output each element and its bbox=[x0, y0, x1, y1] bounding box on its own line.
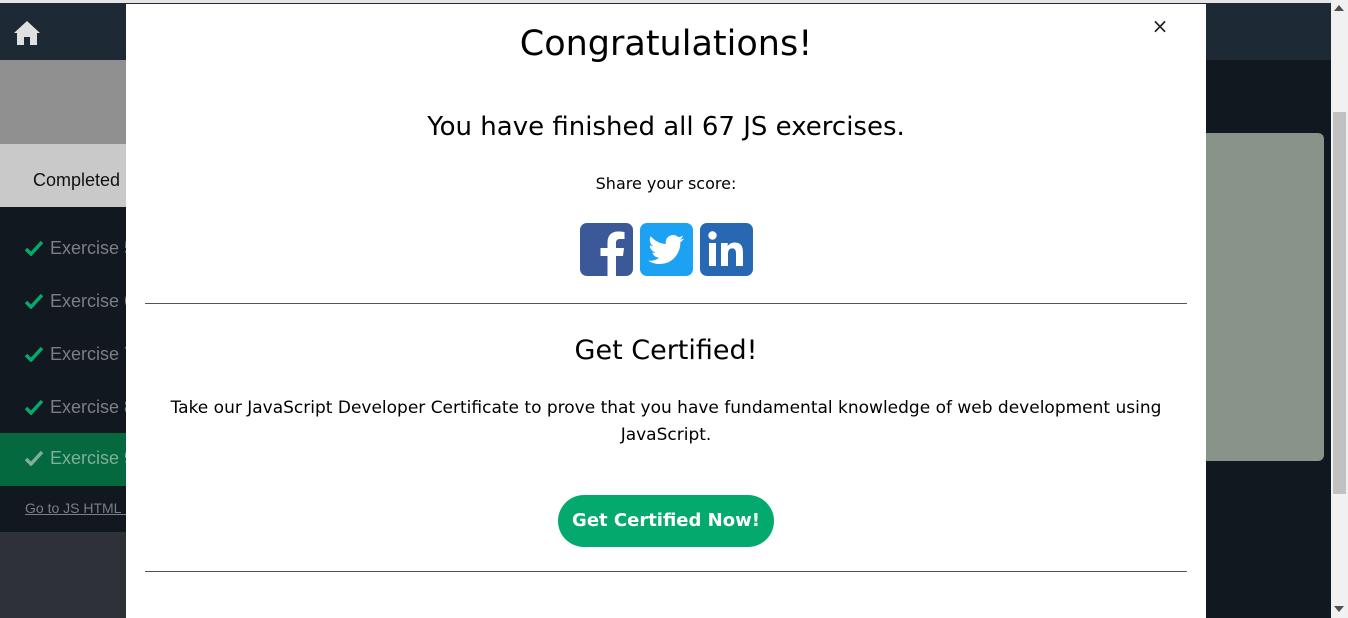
share-buttons bbox=[580, 223, 755, 276]
scroll-thumb[interactable] bbox=[1333, 112, 1346, 494]
divider bbox=[145, 303, 1187, 304]
exercise-label: Exercise 7 bbox=[50, 344, 135, 364]
checkmark-icon bbox=[25, 346, 43, 362]
checkmark-icon bbox=[25, 450, 43, 466]
share-label: Share your score: bbox=[595, 174, 737, 193]
cert-title: Get Certified! bbox=[574, 335, 758, 366]
exercise-panel bbox=[1206, 133, 1324, 461]
checkmark-icon bbox=[25, 293, 43, 309]
divider bbox=[145, 571, 1187, 572]
exercise-label: Exercise 5 bbox=[50, 238, 135, 258]
exercise-label: Exercise 8 bbox=[50, 397, 135, 417]
congratulations-modal: × Congratulations! You have finished all… bbox=[126, 4, 1206, 618]
linkedin-icon[interactable] bbox=[700, 223, 753, 276]
finished-message: You have finished all 67 JS exercises. bbox=[427, 112, 905, 142]
sidebar-item-exercise[interactable]: Exercise 7 bbox=[0, 329, 134, 382]
checkmark-icon bbox=[25, 399, 43, 415]
sidebar-item-exercise[interactable]: Exercise 8 bbox=[0, 382, 134, 435]
exercise-label: Exercise 9 bbox=[50, 448, 135, 468]
get-certified-button[interactable]: Get Certified Now! bbox=[558, 495, 774, 547]
sidebar-item-exercise[interactable]: Exercise 6 bbox=[0, 276, 134, 329]
modal-title: Congratulations! bbox=[519, 24, 813, 64]
exercise-sidebar: Exercise 5 Exercise 6 Exercise 7 Exercis… bbox=[0, 207, 158, 532]
scroll-down-arrow-icon[interactable] bbox=[1334, 606, 1344, 612]
twitter-icon[interactable] bbox=[640, 223, 693, 276]
facebook-icon[interactable] bbox=[580, 223, 633, 276]
sidebar-item-exercise-active[interactable]: Exercise 9 bbox=[0, 433, 134, 486]
scroll-up-arrow-icon[interactable] bbox=[1334, 5, 1344, 11]
exercise-label: Exercise 6 bbox=[50, 291, 135, 311]
cert-description: Take our JavaScript Developer Certificat… bbox=[170, 398, 1162, 445]
page-scrollbar[interactable] bbox=[1331, 0, 1348, 618]
home-icon[interactable] bbox=[13, 20, 41, 46]
tab-completed[interactable]: Completed bbox=[33, 170, 120, 191]
checkmark-icon bbox=[25, 240, 43, 256]
sidebar-item-exercise[interactable]: Exercise 5 bbox=[0, 223, 134, 276]
